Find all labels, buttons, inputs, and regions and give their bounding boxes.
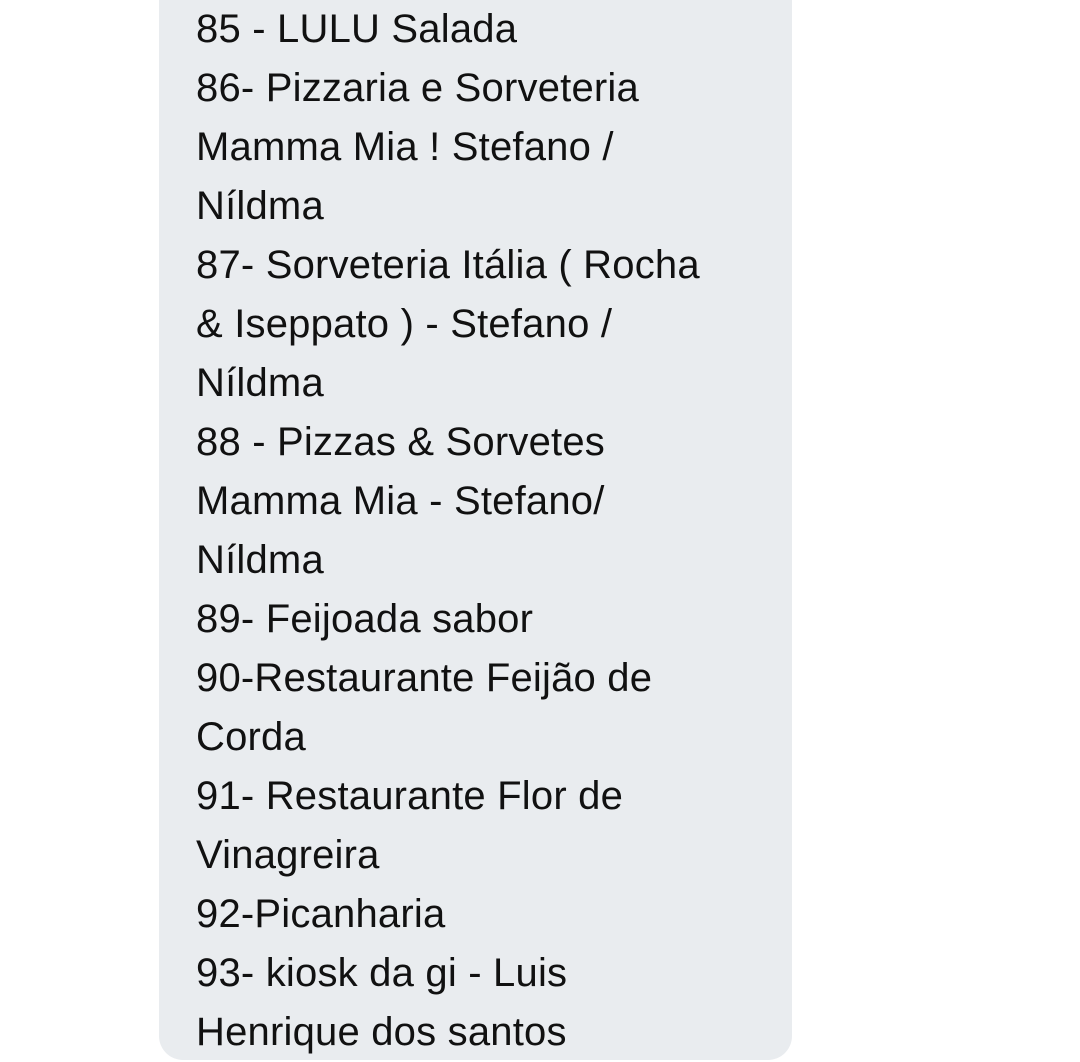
- message-text: 85 - LULU Salada 86- Pizzaria e Sorveter…: [196, 0, 776, 1062]
- message-line: Níldma: [196, 184, 324, 228]
- message-line: Níldma: [196, 361, 324, 405]
- message-line: 85 - LULU Salada: [196, 7, 518, 51]
- message-line: Mamma Mia - Stefano/: [196, 479, 605, 523]
- message-line: 91- Restaurante Flor de: [196, 774, 624, 818]
- message-line: 90-Restaurante Feijão de: [196, 656, 653, 700]
- message-line: 92-Picanharia: [196, 892, 446, 936]
- message-line: Corda: [196, 715, 306, 759]
- message-line: Mamma Mia ! Stefano /: [196, 125, 614, 169]
- message-line: & Iseppato ) - Stefano /: [196, 302, 613, 346]
- message-line: 89- Feijoada sabor: [196, 597, 534, 641]
- message-line: Níldma: [196, 538, 324, 582]
- message-line: Henrique dos santos: [196, 1010, 567, 1054]
- message-line: 87- Sorveteria Itália ( Rocha: [196, 243, 700, 287]
- message-line: 88 - Pizzas & Sorvetes: [196, 420, 606, 464]
- message-line: Vinagreira: [196, 833, 380, 877]
- message-line: 86- Pizzaria e Sorveteria: [196, 66, 639, 110]
- message-line: 93- kiosk da gi - Luis: [196, 951, 568, 995]
